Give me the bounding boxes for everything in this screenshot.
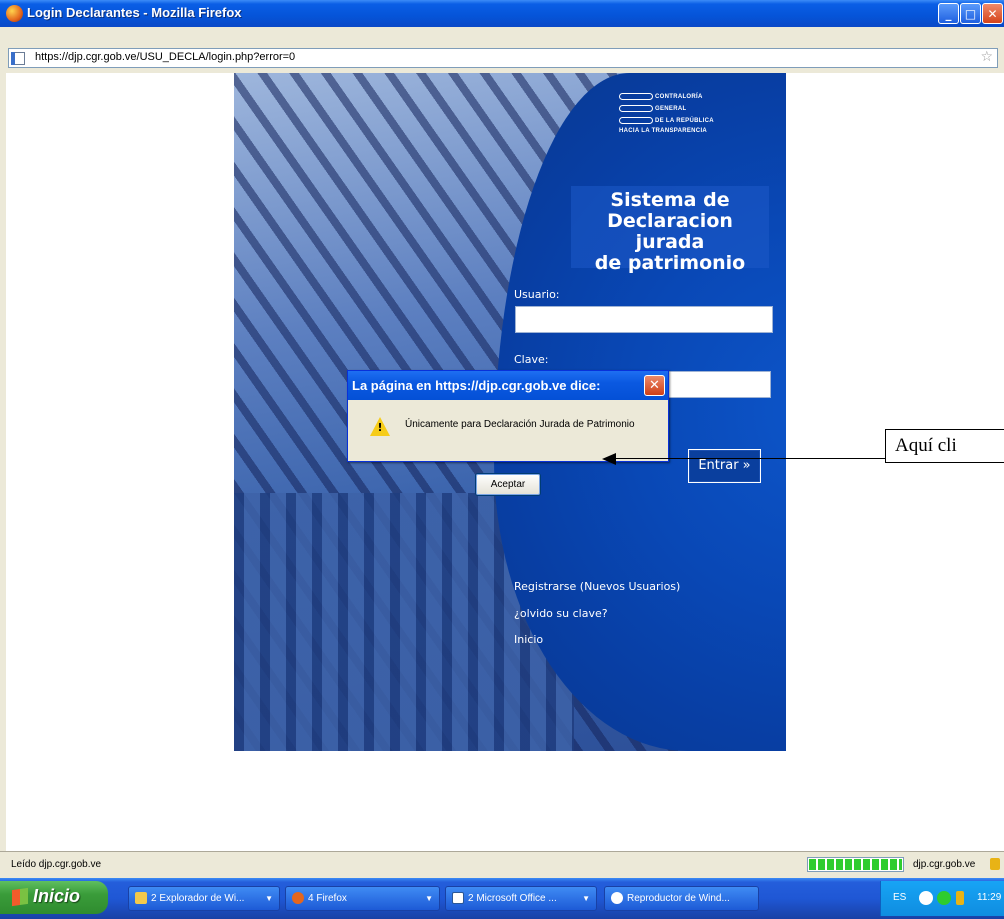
language-indicator[interactable]: ES — [893, 892, 906, 903]
dialog-close-button[interactable]: ✕ — [644, 375, 665, 396]
system-title-line-3: de patrimonio — [594, 252, 746, 274]
logo-line-4: HACIA LA TRANSPARENCIA — [619, 128, 708, 135]
window-left-border — [0, 73, 6, 851]
status-text: Leído djp.cgr.gob.ve — [11, 859, 102, 870]
cgr-logo: CONTRALORÍA GENERAL DE LA REPÚBLICA HACI… — [619, 93, 714, 134]
page-icon — [11, 52, 25, 65]
taskbar-label: 2 Explorador de Wi... — [151, 893, 245, 904]
usuario-label: Usuario: — [514, 288, 560, 301]
security-icon[interactable] — [937, 891, 951, 905]
system-title: Sistema de Declaracion jurada de patrimo… — [571, 190, 769, 274]
progress-bar — [807, 857, 904, 872]
tray-app-icon[interactable] — [956, 891, 964, 905]
firefox-icon — [6, 5, 23, 22]
key-icon — [619, 117, 653, 125]
taskbar-button-firefox[interactable]: 4 Firefox ▼ — [285, 886, 440, 911]
entrar-button[interactable]: Entrar » — [688, 449, 761, 483]
windows-logo-icon — [12, 887, 28, 907]
annotation-box: Aquí cli — [885, 429, 1004, 463]
warning-mark: ! — [377, 421, 383, 434]
minimize-button[interactable]: _ — [938, 3, 959, 24]
maximize-button[interactable]: □ — [960, 3, 981, 24]
dialog-message: Únicamente para Declaración Jurada de Pa… — [405, 419, 635, 430]
firefox-icon — [292, 892, 304, 905]
status-domain: djp.cgr.gob.ve — [913, 859, 976, 870]
folder-icon — [135, 892, 147, 905]
taskbar: Inicio 2 Explorador de Wi... ▼ 4 Firefox ▼… — [0, 878, 1004, 919]
tray-arrow-icon[interactable] — [919, 891, 933, 905]
taskbar-label: Reproductor de Wind... — [627, 893, 730, 904]
logo-line-1: CONTRALORÍA — [655, 94, 703, 101]
url-text: https://djp.cgr.gob.ve/USU_DECLA/login.p… — [35, 51, 296, 63]
bookmark-star-icon[interactable]: ☆ — [980, 49, 993, 65]
start-label: Inicio — [33, 886, 81, 906]
media-player-icon — [611, 892, 623, 905]
url-field[interactable]: https://djp.cgr.gob.ve/USU_DECLA/login.p… — [8, 48, 998, 68]
close-button[interactable]: ✕ — [982, 3, 1003, 24]
key-icon — [619, 93, 653, 100]
alert-dialog: La página en https://djp.cgr.gob.ve dice… — [347, 370, 669, 462]
taskbar-label: 2 Microsoft Office ... — [468, 893, 557, 904]
system-tray: ES 11:29 — [880, 881, 1004, 916]
clave-label: Clave: — [514, 353, 549, 366]
dialog-title: La página en https://djp.cgr.gob.ve dice… — [352, 378, 601, 393]
window-title: Login Declarantes - Mozilla Firefox — [27, 5, 242, 20]
system-title-line-1: Sistema de — [610, 189, 730, 211]
logo-line-2: GENERAL — [655, 106, 687, 113]
system-title-line-2: Declaracion jurada — [607, 210, 733, 253]
taskbar-label: 4 Firefox — [308, 893, 347, 904]
annotation-arrow-line — [614, 458, 886, 459]
status-bar: Leído djp.cgr.gob.ve djp.cgr.gob.ve — [0, 851, 1004, 878]
taskbar-button-media-player[interactable]: Reproductor de Wind... — [604, 886, 759, 911]
home-link[interactable]: Inicio — [514, 633, 543, 646]
navigation-toolbar: https://djp.cgr.gob.ve/USU_DECLA/login.p… — [0, 27, 1004, 73]
start-button[interactable]: Inicio — [0, 881, 108, 914]
lock-icon[interactable] — [990, 858, 1000, 870]
usuario-input[interactable] — [515, 306, 773, 333]
annotation-arrowhead — [602, 453, 616, 465]
taskbar-button-office[interactable]: 2 Microsoft Office ... ▼ — [445, 886, 597, 911]
progress-fill — [809, 859, 902, 870]
register-link[interactable]: Registrarse (Nuevos Usuarios) — [514, 580, 680, 593]
word-icon — [452, 892, 464, 905]
logo-line-3: DE LA REPÚBLICA — [655, 118, 714, 125]
dialog-title-bar[interactable]: La página en https://djp.cgr.gob.ve dice… — [348, 371, 668, 400]
taskbar-button-explorer[interactable]: 2 Explorador de Wi... ▼ — [128, 886, 280, 911]
aceptar-button[interactable]: Aceptar — [475, 473, 541, 496]
key-icon — [619, 105, 653, 113]
forgot-password-link[interactable]: ¿olvido su clave? — [514, 607, 608, 620]
clock: 11:29 — [977, 892, 1002, 903]
window-title-bar[interactable]: Login Declarantes - Mozilla Firefox _ □ … — [0, 0, 1004, 27]
